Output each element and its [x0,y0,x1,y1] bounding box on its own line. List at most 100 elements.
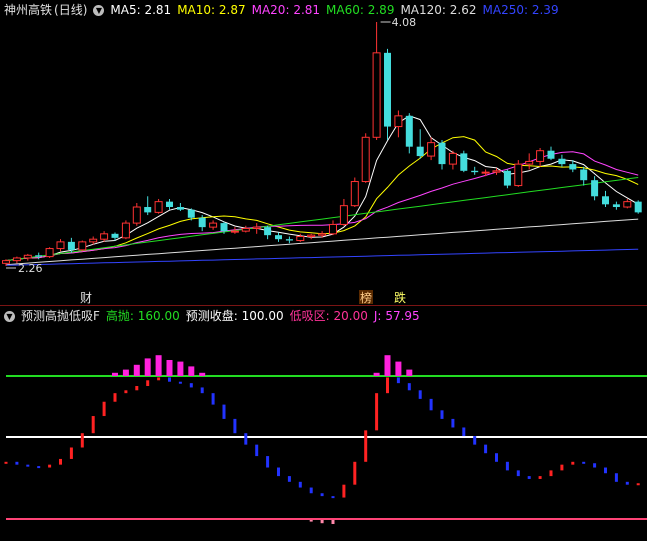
j-bar [495,453,498,462]
j-bar [91,416,95,434]
j-bar [244,433,248,445]
j-bar [364,430,368,462]
j-bar [178,381,182,384]
j-bar [331,496,335,499]
stock-chart[interactable]: 4.08 2.26 财 榜 跌 [0,0,647,541]
candle-up [121,222,130,239]
j-bar [135,386,139,391]
oversold-bar [320,520,324,524]
j-bar [102,401,106,417]
j-bar [233,418,237,434]
candle-down [166,201,173,208]
candle-up [132,206,141,224]
candle-down [144,207,152,213]
j-bar [200,387,204,394]
overbought-bar [188,366,195,376]
candle-down [580,169,588,181]
candle-up [89,238,98,243]
event-label: 跌 [394,290,406,305]
candle-down [558,158,566,165]
candle-down [67,241,75,250]
j-bar [582,461,586,464]
j-bar [429,398,433,411]
candle-down [569,164,577,170]
j-bar [287,476,291,482]
j-bar [146,380,150,387]
candle-up [427,142,436,157]
candle-up [536,150,545,162]
j-bar [320,493,324,497]
j-bar [80,433,84,448]
j-bar [396,377,400,384]
j-bar [168,377,171,382]
j-bar [440,410,444,419]
j-bar [342,484,346,498]
candle-up [361,136,370,183]
j-bar [222,404,226,419]
j-bar [157,377,161,381]
overbought-bar [406,369,413,376]
j-bar [571,461,575,465]
candle-down [220,223,228,232]
candle-down [405,115,413,147]
j-bar [189,383,193,388]
ma250-line [5,248,639,266]
candle-down [460,153,468,171]
j-bar [407,383,411,391]
j-bar [15,461,19,465]
candle-down [285,239,293,241]
j-bar [625,481,629,485]
candle-down [35,255,43,257]
candle-up [481,171,490,174]
candle-down [416,146,424,157]
candle-up [350,181,359,207]
candle-up [23,254,32,259]
overbought-bar [144,358,151,376]
overbought-bar [122,369,129,376]
j-bar [636,483,640,486]
candle-up [56,241,65,250]
candle-up [329,223,337,235]
candle-up [209,222,218,228]
candle-up [100,233,109,240]
j-bar [26,464,30,467]
candle-down [634,201,642,213]
j-bar [69,447,73,459]
j-bar [277,467,280,477]
candle-up [241,227,250,232]
j-bar [549,470,553,477]
candle-down [438,142,446,165]
ma20-line [5,151,639,262]
j-bar [473,436,477,445]
j-bar [505,461,509,471]
overbought-bar [155,355,162,376]
candle-up [252,226,261,229]
high-marker-label: 4.08 [392,16,417,29]
overbought-bar [373,372,380,376]
j-bar [418,390,422,399]
event-label: 财 [80,291,92,305]
overbought-bar [166,360,173,376]
candle-up [78,241,87,251]
candle-up [45,248,54,258]
candle-up [296,236,305,242]
candle-up [623,201,632,208]
candle-up [525,160,534,165]
candle-up [448,152,457,165]
j-bar [124,390,128,394]
overbought-bar [384,355,391,376]
j-bar [593,463,597,468]
candle-up [514,163,523,187]
j-bar [309,487,313,494]
candle-up [394,115,403,128]
overbought-bar [395,361,402,376]
candle-down [187,209,195,218]
j-bar [614,473,618,482]
j-bar [375,393,379,431]
candle-down [612,204,620,208]
j-bar [266,456,270,468]
candle-up [307,234,316,238]
overbought-bar [112,372,118,376]
j-bar [255,444,259,457]
candle-up [492,170,501,173]
